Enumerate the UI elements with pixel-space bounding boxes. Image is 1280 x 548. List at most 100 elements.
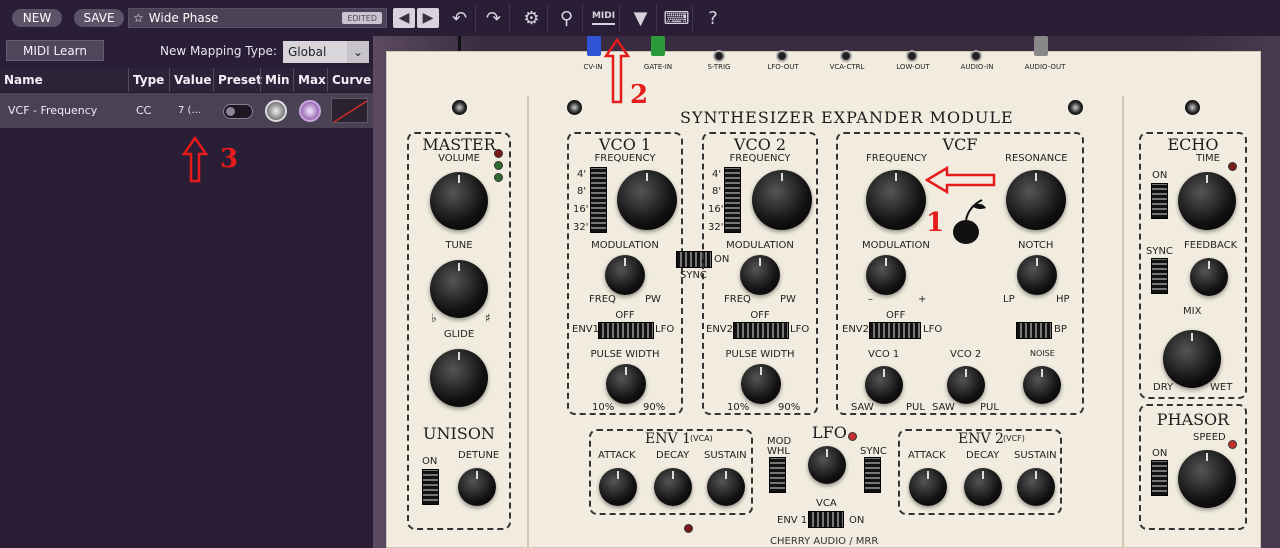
vco1-frequency-label: FREQUENCY bbox=[594, 153, 656, 164]
env1-sustain-label: SUSTAIN bbox=[704, 450, 747, 461]
vcf-modulation-knob[interactable] bbox=[866, 255, 906, 295]
vco1-octave-switch[interactable] bbox=[590, 167, 607, 233]
annotation-arrow-up-icon bbox=[604, 38, 630, 104]
vcf-frequency-knob[interactable] bbox=[866, 170, 926, 230]
vcf-lp-label: LP bbox=[1003, 294, 1015, 305]
env2-decay-knob[interactable] bbox=[964, 468, 1002, 506]
echo-mix-label: MIX bbox=[1183, 306, 1202, 317]
preset-toggle[interactable] bbox=[223, 104, 253, 119]
env2-attack-knob[interactable] bbox=[909, 468, 947, 506]
settings-gear-icon[interactable]: ⚙ bbox=[516, 4, 548, 32]
vco1-pulse-width-knob[interactable] bbox=[606, 364, 646, 404]
octave-label: 16' bbox=[708, 204, 724, 215]
vco2-modulation-label: MODULATION bbox=[726, 240, 794, 251]
env1-decay-knob[interactable] bbox=[654, 468, 692, 506]
max-dial[interactable] bbox=[299, 100, 321, 122]
warning-icon[interactable]: ▼ bbox=[625, 4, 657, 32]
column-type[interactable]: Type bbox=[128, 68, 169, 92]
gate-in-plug[interactable] bbox=[651, 36, 665, 56]
audio-in-jack[interactable] bbox=[970, 50, 982, 62]
mapping-type-label: New Mapping Type: bbox=[160, 44, 277, 58]
phasor-on-switch[interactable] bbox=[1151, 460, 1168, 496]
led bbox=[494, 149, 503, 158]
octave-label: 4' bbox=[712, 169, 722, 180]
vco2-modulation-knob[interactable] bbox=[740, 255, 780, 295]
save-button[interactable]: SAVE bbox=[74, 9, 124, 27]
env1-attack-knob[interactable] bbox=[599, 468, 637, 506]
env2-sustain-knob[interactable] bbox=[1017, 468, 1055, 506]
vcf-saw-label: SAW bbox=[932, 402, 955, 413]
vcf-notch-knob[interactable] bbox=[1017, 255, 1057, 295]
redo-icon[interactable]: ↷ bbox=[478, 4, 510, 32]
prev-preset-button[interactable]: ◀ bbox=[393, 8, 415, 28]
tune-knob[interactable] bbox=[430, 260, 488, 318]
mapping-type-select[interactable]: Global ⌄ bbox=[283, 41, 369, 63]
cv-in-plug[interactable] bbox=[587, 36, 601, 56]
flat-icon: ♭ bbox=[431, 311, 437, 325]
vco2-octave-switch[interactable] bbox=[724, 167, 741, 233]
vco1-lfo-label: LFO bbox=[655, 324, 675, 335]
vcf-vco2-knob[interactable] bbox=[947, 366, 985, 404]
star-icon[interactable]: ☆ bbox=[133, 11, 144, 25]
vco1-modulation-knob[interactable] bbox=[605, 255, 645, 295]
echo-sync-switch[interactable] bbox=[1151, 258, 1168, 294]
vcf-mod-source-switch[interactable] bbox=[869, 322, 921, 339]
min-dial[interactable] bbox=[265, 100, 287, 122]
chevron-down-icon[interactable]: ⌄ bbox=[347, 41, 369, 63]
env2-sub-label: (VCF) bbox=[1003, 434, 1025, 443]
help-icon[interactable]: ? bbox=[697, 4, 729, 32]
column-min[interactable]: Min bbox=[260, 68, 293, 92]
table-row[interactable]: VCF - Frequency CC 7 (... bbox=[0, 93, 373, 128]
audio-out-plug[interactable] bbox=[1034, 36, 1048, 56]
volume-knob[interactable] bbox=[430, 172, 488, 230]
detune-knob[interactable] bbox=[458, 468, 496, 506]
unison-switch[interactable] bbox=[422, 469, 439, 505]
env2-title: ENV 2 bbox=[958, 431, 1004, 447]
vco2-pulse-width-knob[interactable] bbox=[741, 364, 781, 404]
vca-switch[interactable] bbox=[808, 511, 844, 528]
vcf-noise-knob[interactable] bbox=[1023, 366, 1061, 404]
preset-browser[interactable]: ☆ Wide Phase EDITED bbox=[128, 8, 387, 28]
vco2-mod-source-switch[interactable] bbox=[733, 322, 789, 339]
column-name[interactable]: Name bbox=[0, 68, 128, 92]
s-trig-jack[interactable] bbox=[713, 50, 725, 62]
vcf-pul-label: PUL bbox=[980, 402, 999, 413]
lfo-out-jack[interactable] bbox=[776, 50, 788, 62]
phasor-speed-knob[interactable] bbox=[1178, 450, 1236, 508]
midi-learn-button[interactable]: MIDI Learn bbox=[6, 40, 104, 61]
vco2-pw-label: PW bbox=[780, 294, 796, 305]
glide-knob[interactable] bbox=[430, 349, 488, 407]
zoom-icon[interactable]: ⚲ bbox=[551, 4, 583, 32]
phasor-speed-label: SPEED bbox=[1193, 432, 1226, 443]
undo-icon[interactable]: ↶ bbox=[444, 4, 476, 32]
vca-ctrl-jack[interactable] bbox=[840, 50, 852, 62]
lfo-sync-switch[interactable] bbox=[864, 457, 881, 493]
curve-editor[interactable] bbox=[331, 98, 368, 123]
echo-feedback-knob[interactable] bbox=[1190, 258, 1228, 296]
low-out-jack[interactable] bbox=[906, 50, 918, 62]
vco2-frequency-knob[interactable] bbox=[752, 170, 812, 230]
vco1-env-label: ENV1 bbox=[572, 324, 600, 335]
mod-whl-label-2: WHL bbox=[767, 446, 790, 457]
lfo-rate-knob[interactable] bbox=[808, 446, 846, 484]
keyboard-icon[interactable]: ⌨ bbox=[661, 4, 693, 32]
column-preset[interactable]: Preset bbox=[213, 68, 262, 92]
echo-mix-knob[interactable] bbox=[1163, 330, 1221, 388]
echo-on-switch[interactable] bbox=[1151, 183, 1168, 219]
env1-sustain-knob[interactable] bbox=[707, 468, 745, 506]
midi-button[interactable]: MIDI bbox=[588, 4, 620, 32]
led bbox=[1228, 162, 1237, 171]
divider bbox=[1122, 96, 1124, 548]
echo-time-knob[interactable] bbox=[1178, 172, 1236, 230]
vcf-resonance-knob[interactable] bbox=[1006, 170, 1066, 230]
next-preset-button[interactable]: ▶ bbox=[417, 8, 439, 28]
column-max[interactable]: Max bbox=[293, 68, 327, 92]
vco1-mod-source-switch[interactable] bbox=[598, 322, 654, 339]
column-curve[interactable]: Curve bbox=[327, 68, 373, 92]
mod-whl-switch[interactable] bbox=[769, 457, 786, 493]
column-value[interactable]: Value bbox=[169, 68, 213, 92]
vco1-frequency-knob[interactable] bbox=[617, 170, 677, 230]
vcf-vco1-knob[interactable] bbox=[865, 366, 903, 404]
new-button[interactable]: NEW bbox=[12, 9, 62, 27]
vcf-bp-switch[interactable] bbox=[1016, 322, 1052, 339]
